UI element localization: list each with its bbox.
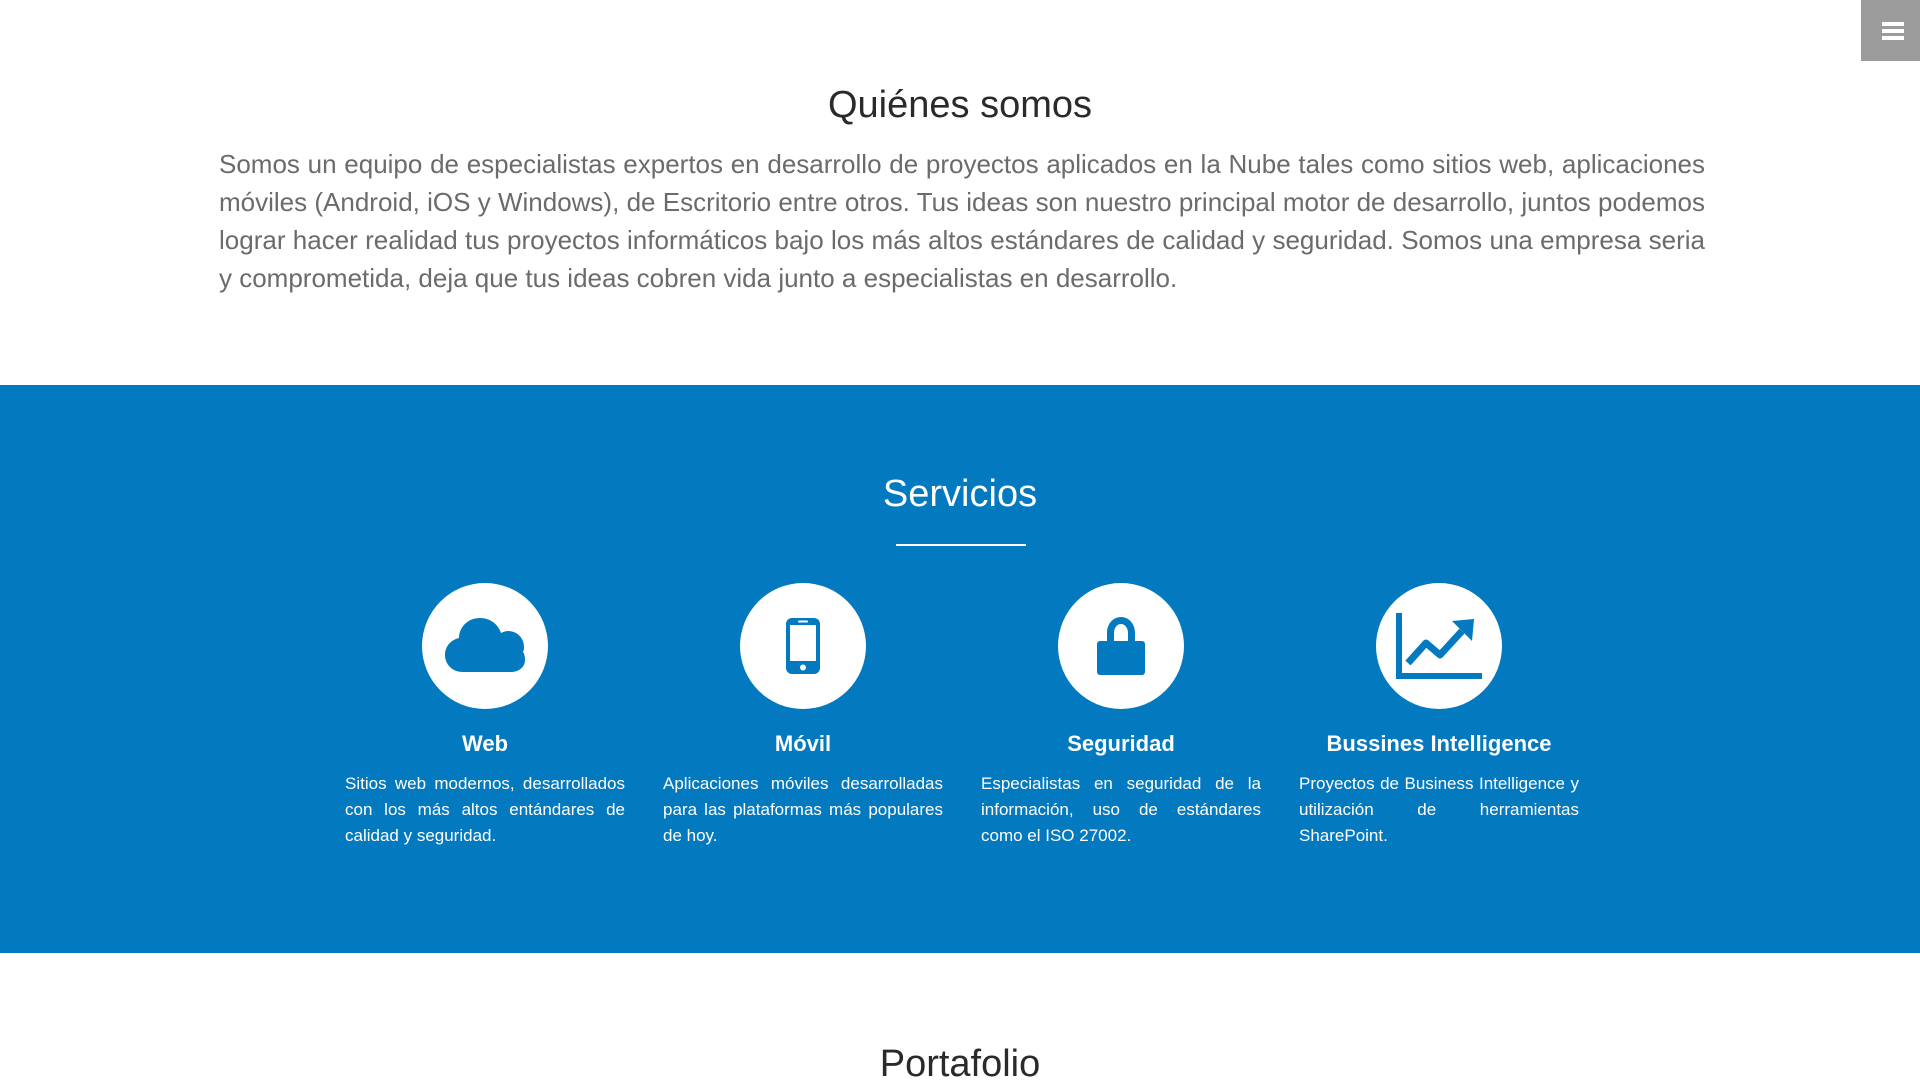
about-title: Quiénes somos (827, 84, 1092, 126)
hamburger-menu-icon (1882, 21, 1904, 40)
service-movil: Móvil Aplicaciones móviles desarrolladas… (663, 583, 943, 849)
service-description: Especialistas en seguridad de la informa… (981, 774, 1261, 845)
mobile-phone-icon (786, 618, 820, 674)
page: Quiénes somos Somos un equipo de especia… (0, 0, 1920, 1080)
service-name: Web (461, 731, 509, 756)
portfolio-section: Portafolio (0, 953, 1920, 1080)
service-icon-circle (422, 583, 548, 709)
services-title: Servicios (882, 473, 1038, 515)
services-divider (896, 544, 1026, 546)
about-text: Somos un equipo de especialistas experto… (219, 149, 1705, 293)
service-description: Proyectos de Business Intelligence y uti… (1299, 774, 1579, 845)
service-description: Aplicaciones móviles desarrolladas para … (663, 774, 943, 845)
service-name: Bussines Intelligence (1326, 731, 1552, 756)
lock-icon (1097, 617, 1145, 675)
service-business-intelligence: Bussines Intelligence Proyectos de Busin… (1299, 583, 1579, 849)
service-name: Seguridad (1067, 731, 1175, 756)
service-seguridad: Seguridad Especialistas en seguridad de … (981, 583, 1261, 849)
line-chart-icon (1396, 613, 1482, 679)
service-description: Sitios web modernos, desarrollados con l… (345, 774, 625, 845)
menu-toggle-button[interactable] (1861, 0, 1920, 61)
service-icon-circle (1376, 583, 1502, 709)
about-section: Quiénes somos Somos un equipo de especia… (0, 0, 1920, 385)
service-icon-circle (1058, 583, 1184, 709)
services-section: Servicios Web Sitios web modernos, desar… (0, 385, 1920, 953)
service-web: Web Sitios web modernos, desarrollados c… (345, 583, 625, 849)
cloud-icon (445, 618, 525, 672)
service-name: Móvil (774, 731, 832, 756)
portfolio-title: Portafolio (879, 1043, 1041, 1080)
service-icon-circle (740, 583, 866, 709)
